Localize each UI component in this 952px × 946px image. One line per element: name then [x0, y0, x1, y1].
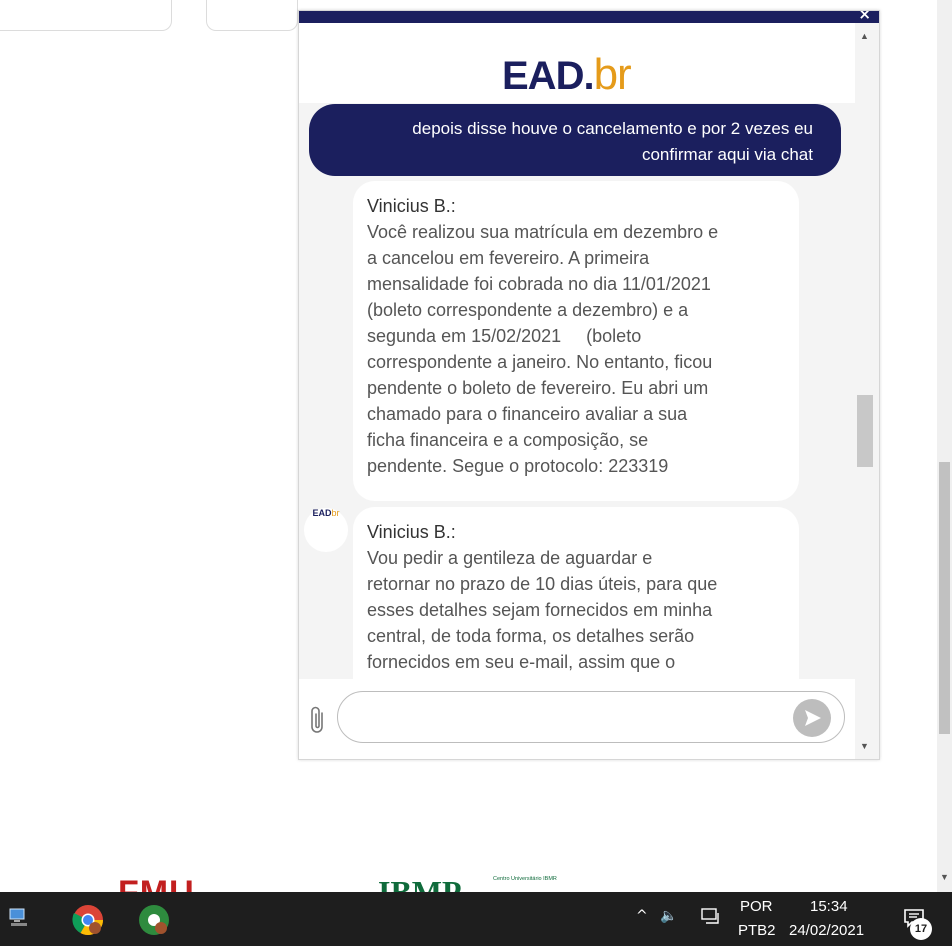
keyboard-layout[interactable]: PTB2	[738, 922, 776, 939]
chat-header: EAD.br	[299, 23, 855, 103]
chevron-up-icon[interactable]: ^	[636, 908, 648, 924]
message-line: mensalidade foi cobrada no dia 11/01/202…	[367, 274, 711, 294]
chat-top-bar: ×	[299, 11, 879, 23]
message-line: retornar no prazo de 10 dias úteis, para…	[367, 574, 718, 594]
scroll-down-arrow-icon[interactable]: ▼	[940, 872, 949, 882]
message-line: pendente. Segue o protocolo: 223319	[367, 456, 669, 476]
input-language[interactable]: POR	[740, 898, 773, 915]
logo-main: EAD	[502, 54, 584, 98]
message-line: (boleto correspondente a dezembro) e a	[367, 300, 689, 320]
ibmp-logo-subtitle: Centro Universitário IBMR	[493, 876, 557, 882]
chat-widget: × EAD.br depois disse houve o cancelamen…	[298, 10, 880, 760]
background-card	[206, 0, 298, 31]
background-card	[0, 0, 172, 31]
message-line: pendente o boleto de fevereiro. Eu abri …	[367, 378, 709, 398]
network-icon[interactable]	[700, 906, 722, 928]
logo-dot: .	[583, 54, 594, 98]
user-message: depois disse houve o cancelamento e por …	[309, 104, 841, 176]
message-line: esses detalhes sejam fornecidos em minha	[367, 600, 713, 620]
chrome-icon[interactable]	[70, 902, 106, 938]
agent-message: Vinicius B.: Você realizou sua matrícula…	[353, 181, 799, 501]
message-line: depois disse houve o cancelamento e por …	[412, 119, 813, 138]
taskbar: ^ 🔈 POR PTB2 15:34 24/02/2021 17	[0, 892, 952, 946]
send-arrow-icon	[805, 710, 821, 726]
message-line: central, de toda forma, os detalhes serã…	[367, 626, 695, 646]
computer-icon[interactable]	[8, 906, 30, 928]
message-line: segunda em 15/02/2021 (boleto	[367, 326, 642, 346]
partner-logos: FMU IBMP Centro Universitário IBMR	[0, 872, 937, 892]
chat-scrollbar[interactable]: ▲ ▼	[855, 23, 879, 759]
chat-scrollbar-thumb[interactable]	[857, 395, 873, 467]
scroll-down-arrow-icon[interactable]: ▼	[860, 741, 869, 751]
scroll-up-arrow-icon[interactable]: ▲	[860, 31, 869, 41]
page-scrollbar[interactable]: ▼	[937, 0, 952, 892]
notification-count-badge: 17	[910, 918, 932, 940]
avatar-main: EAD	[312, 508, 332, 518]
message-line: a cancelou em fevereiro. A primeira	[367, 248, 650, 268]
message-line: ficha financeira e a composição, se	[367, 430, 649, 450]
agent-avatar: EADbr	[304, 508, 348, 552]
message-sender: Vinicius B.:	[367, 522, 456, 542]
message-line: Vou pedir a gentileza de aguardar e	[367, 548, 653, 568]
message-line: correspondente a janeiro. No entanto, fi…	[367, 352, 713, 372]
agent-message: Vinicius B.: Vou pedir a gentileza de ag…	[353, 507, 799, 707]
send-button[interactable]	[793, 699, 831, 737]
message-line: fornecidos em seu e-mail, assim que o	[367, 652, 676, 672]
fmu-logo[interactable]: FMU	[118, 874, 195, 892]
close-icon[interactable]: ×	[858, 11, 871, 23]
speaker-icon[interactable]: 🔈	[660, 908, 677, 924]
message-line: confirmar aqui via chat	[641, 145, 813, 164]
message-line: chamado para o financeiro avaliar a sua	[367, 404, 688, 424]
logo-suffix: br	[593, 50, 632, 99]
paperclip-icon[interactable]	[308, 705, 328, 735]
ead-br-logo: EAD.br	[502, 50, 632, 100]
message-input[interactable]	[337, 691, 845, 743]
clock-date[interactable]: 24/02/2021	[789, 922, 864, 939]
page-scrollbar-thumb[interactable]	[939, 462, 950, 734]
browser-profile-icon[interactable]	[136, 902, 172, 938]
clock-time[interactable]: 15:34	[810, 898, 848, 915]
message-sender: Vinicius B.:	[367, 196, 456, 216]
avatar-suffix: br	[331, 508, 340, 518]
chat-composer	[299, 679, 855, 759]
ibmp-logo[interactable]: IBMP	[378, 874, 462, 892]
message-line: Você realizou sua matrícula em dezembro …	[367, 222, 719, 242]
